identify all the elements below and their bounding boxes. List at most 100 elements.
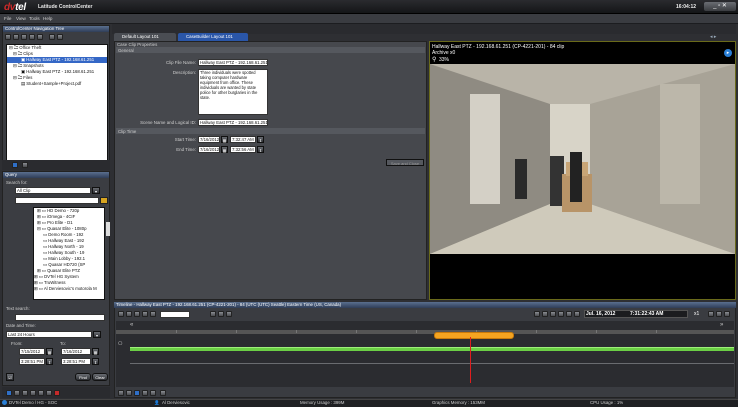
query-tree: ⊞ ▭ HD Demo - 720p ⊞ ▭ iOmega - 4CIF ⊞ ▭…	[33, 207, 105, 300]
query-scrollbar[interactable]	[106, 222, 110, 236]
zoom-level: 33%	[439, 57, 450, 63]
clip-icon[interactable]	[118, 311, 124, 317]
scroll-left-icon[interactable]: «	[130, 322, 133, 328]
prev-frame-icon[interactable]	[542, 311, 548, 317]
chevron-down-icon[interactable]: ▾	[92, 187, 100, 194]
menu-view[interactable]: View	[16, 16, 26, 21]
camera-icon[interactable]	[14, 390, 20, 396]
date-readout: Jul. 16, 2012	[586, 311, 616, 317]
export-icon[interactable]	[126, 311, 132, 317]
description-textarea[interactable]: Three individuals were spotted taking co…	[198, 69, 268, 115]
title-bar	[0, 0, 738, 14]
menu-tools[interactable]: Tools	[29, 16, 40, 21]
settings-icon[interactable]	[38, 390, 44, 396]
search-text-input[interactable]	[15, 197, 99, 204]
bookmark-icon[interactable]	[150, 311, 156, 317]
play-icon[interactable]: ▸	[724, 49, 732, 57]
checkbox-icon[interactable]: ☑	[6, 373, 14, 381]
calendar-icon[interactable]: ▦	[221, 146, 228, 153]
folder-icon[interactable]	[21, 34, 27, 40]
clip-file-name-input[interactable]: Hallway East PTZ - 192.168.61.251	[198, 59, 268, 66]
search-for-select[interactable]: All Clip	[15, 187, 91, 194]
speed-down-icon[interactable]	[708, 311, 714, 317]
save-and-close-button[interactable]: Save and Close	[386, 159, 424, 166]
map-icon[interactable]	[22, 390, 28, 396]
tab-default-layout[interactable]: Default Layout 101	[114, 33, 176, 41]
next-frame-icon[interactable]	[558, 311, 564, 317]
start-time-input[interactable]: 7:32:47 AM	[230, 136, 256, 143]
refresh-icon[interactable]	[57, 34, 63, 40]
query-tree-item[interactable]: ⊞ ▭ Al Derviesovic's motorola M	[34, 286, 104, 292]
from-date-input[interactable]: 7/15/2012	[19, 348, 45, 355]
print-icon[interactable]	[134, 311, 140, 317]
export-icon[interactable]	[49, 34, 55, 40]
scene-input[interactable]: Hallway East PTZ - 192.168.61.251	[198, 119, 268, 126]
timeline-search-input[interactable]	[160, 311, 190, 318]
sync-icon[interactable]	[134, 390, 140, 396]
to-time-input[interactable]: 3:28:51 PM	[61, 358, 91, 365]
pause-icon[interactable]	[550, 311, 556, 317]
step-back-icon[interactable]	[210, 311, 216, 317]
edit-icon[interactable]	[29, 34, 35, 40]
fast-forward-icon[interactable]	[566, 311, 572, 317]
menu-bar	[0, 14, 738, 24]
calendar-icon[interactable]: ▦	[92, 348, 99, 355]
tab-casebuilder-layout[interactable]: CaseBuilder Layout 101	[178, 33, 248, 41]
tree-icon[interactable]	[22, 162, 28, 168]
filter-icon[interactable]	[142, 390, 148, 396]
clock: 16:04:12	[676, 4, 697, 10]
video-frame	[430, 64, 735, 254]
back-icon[interactable]	[5, 34, 11, 40]
add-icon[interactable]	[13, 34, 19, 40]
step-forward-icon[interactable]	[218, 311, 224, 317]
snapshot-icon[interactable]	[142, 311, 148, 317]
timeline-track-area[interactable]: « » ⎔	[116, 321, 734, 387]
scroll-right-icon[interactable]: »	[720, 322, 723, 328]
zoom-in-icon[interactable]	[118, 390, 124, 396]
clear-button[interactable]: Clear	[92, 373, 108, 381]
zoom-icon[interactable]: ⚲	[432, 56, 436, 63]
layout-icon[interactable]	[12, 162, 18, 168]
home-icon[interactable]	[6, 390, 12, 396]
to-date-input[interactable]: 7/16/2012	[61, 348, 91, 355]
find-button[interactable]: Find	[75, 373, 91, 381]
time-spinner-icon[interactable]: ⇕	[257, 146, 264, 153]
end-time-input[interactable]: 7:32:56 AM	[230, 146, 256, 153]
end-date-input[interactable]: 7/16/2012	[198, 146, 220, 153]
link-icon[interactable]	[150, 390, 156, 396]
alarm-icon[interactable]	[54, 390, 60, 396]
speed-menu-icon[interactable]	[724, 311, 730, 317]
speed-readout: x1	[694, 311, 700, 317]
speed-up-icon[interactable]	[716, 311, 722, 317]
zoom-out-icon[interactable]	[126, 390, 132, 396]
recording-track[interactable]	[130, 347, 734, 351]
loop-icon[interactable]	[226, 311, 232, 317]
video-viewport[interactable]: Hallway East PTZ - 192.168.61.251 (CP-42…	[429, 41, 736, 300]
search-icon[interactable]	[30, 390, 36, 396]
playhead[interactable]	[470, 337, 471, 383]
delete-icon[interactable]	[37, 34, 43, 40]
tree-node-file[interactable]: ▤ Student+Sample+Project.pdf	[7, 81, 107, 87]
time-spinner-icon[interactable]: ⇕	[46, 358, 53, 365]
info-icon[interactable]	[160, 390, 166, 396]
time-spinner-icon[interactable]: ⇕	[92, 358, 99, 365]
from-time-input[interactable]: 3:28:51 PM	[19, 358, 45, 365]
time-readout: 7:31:22:43 AM	[630, 311, 664, 317]
tab-scroll-icon[interactable]: ◂ ▸	[710, 34, 716, 40]
search-go-icon[interactable]	[100, 197, 108, 204]
live-icon[interactable]	[574, 311, 580, 317]
calendar-icon[interactable]: ▦	[46, 348, 53, 355]
users-icon[interactable]	[46, 390, 52, 396]
start-date-input[interactable]: 7/16/2012	[198, 136, 220, 143]
time-spinner-icon[interactable]: ⇕	[257, 136, 264, 143]
calendar-icon[interactable]: ▦	[221, 136, 228, 143]
clip-range-marker[interactable]	[434, 332, 514, 339]
menu-file[interactable]: File	[4, 16, 11, 21]
menu-help[interactable]: Help	[43, 16, 52, 21]
window-controls[interactable]: _ ▫ ✕	[704, 2, 736, 11]
track-label-icon: ⎔	[118, 341, 123, 347]
date-range-select[interactable]: Last 24 Hours	[6, 331, 92, 338]
rewind-icon[interactable]	[534, 311, 540, 317]
text-search-input[interactable]	[15, 314, 105, 321]
chevron-down-icon[interactable]: ▾	[93, 331, 101, 338]
